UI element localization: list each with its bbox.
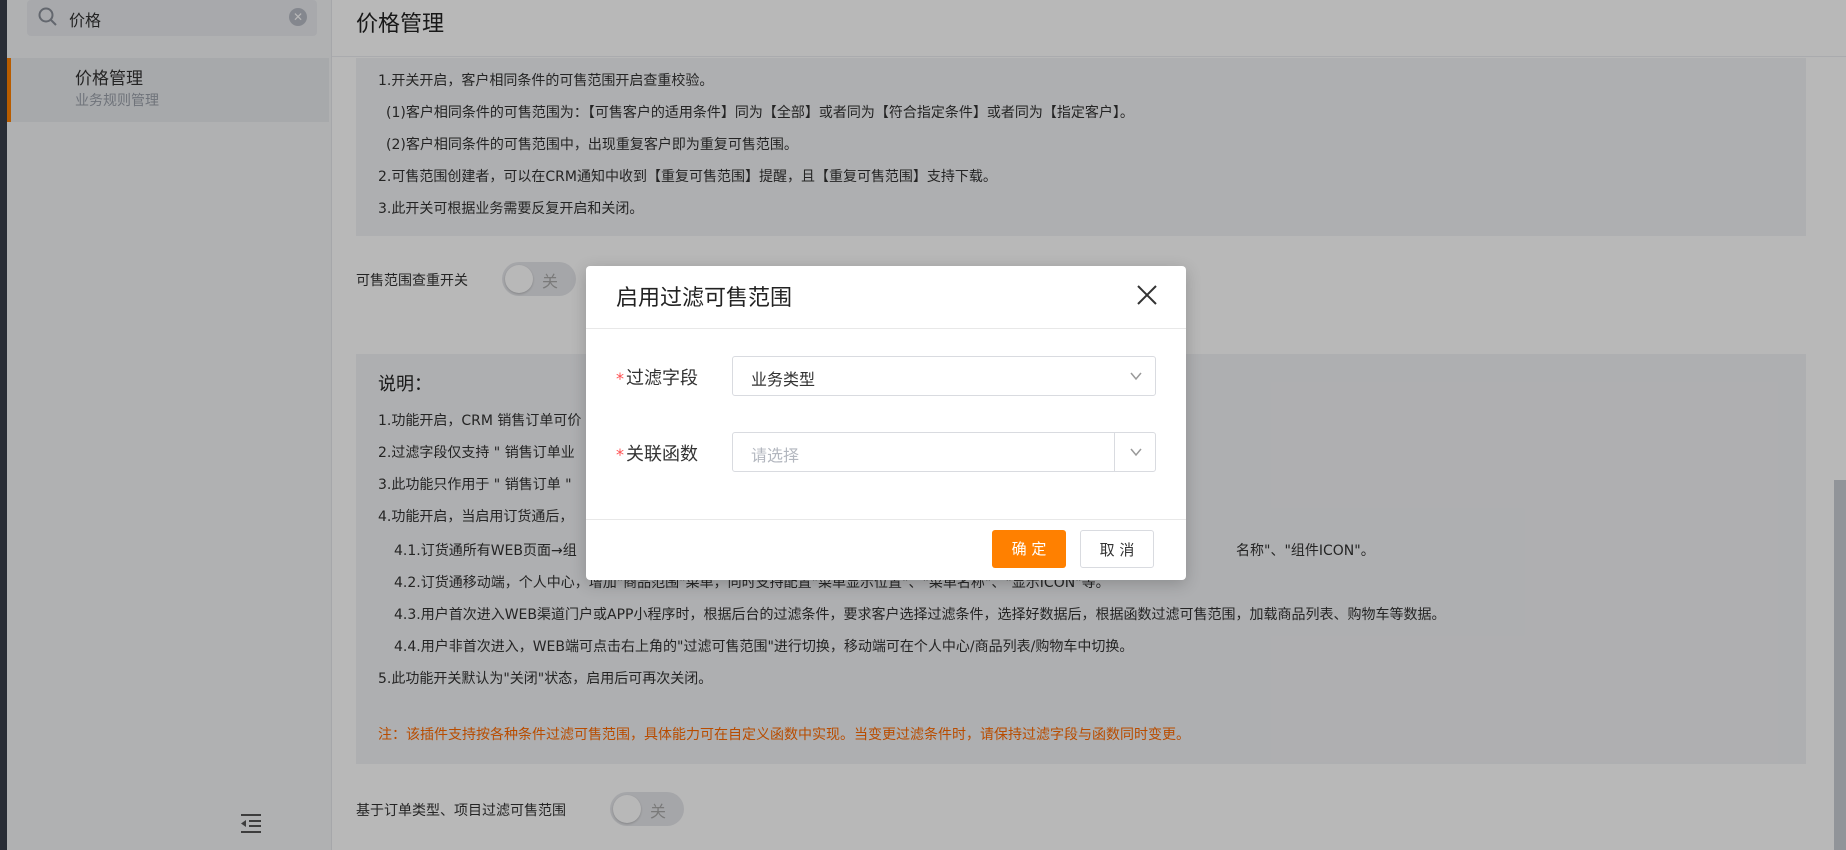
function-field-label: * 关联函数 — [616, 444, 698, 465]
filter-field-select[interactable]: 业务类型 — [732, 356, 1156, 396]
dialog-title: 启用过滤可售范围 — [616, 286, 793, 311]
required-mark: * — [616, 369, 624, 388]
function-select-placeholder: 请选择 — [751, 446, 800, 465]
filter-field-value: 业务类型 — [751, 370, 816, 389]
function-select[interactable]: 请选择 — [732, 432, 1156, 472]
confirm-button[interactable]: 确 定 — [992, 530, 1066, 568]
dialog-footer-divider — [586, 519, 1186, 520]
close-icon[interactable] — [1134, 282, 1160, 308]
required-mark: * — [616, 445, 624, 464]
cancel-button[interactable]: 取 消 — [1080, 530, 1154, 568]
select-divider — [1114, 433, 1115, 471]
filter-range-dialog: 启用过滤可售范围 * 过滤字段 业务类型 * 关联函数 请选择 确 定 取 消 — [586, 266, 1186, 580]
chevron-down-icon — [1130, 372, 1142, 381]
filter-field-label: * 过滤字段 — [616, 368, 698, 389]
dialog-header: 启用过滤可售范围 — [586, 266, 1186, 329]
chevron-down-icon[interactable] — [1129, 445, 1143, 459]
